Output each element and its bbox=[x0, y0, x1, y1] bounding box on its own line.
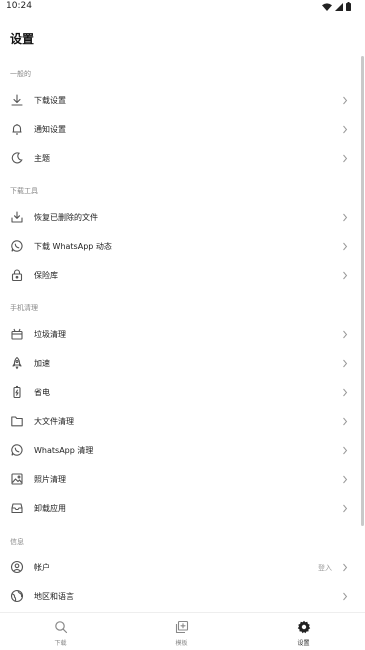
settings-item-account[interactable]: 帐户 登入 bbox=[0, 553, 360, 582]
whatsapp-icon bbox=[11, 444, 23, 456]
settings-item-label: 加速 bbox=[34, 359, 50, 368]
settings-item-label: 照片清理 bbox=[34, 475, 66, 484]
uninstall-icon bbox=[11, 503, 23, 514]
section-header-info: 信息 bbox=[10, 538, 24, 546]
trash-box-icon bbox=[11, 328, 23, 340]
settings-item-notification-settings[interactable]: 通知设置 bbox=[0, 115, 360, 144]
chevron-right-icon bbox=[343, 242, 348, 251]
settings-item-large-file-clean[interactable]: 大文件清理 bbox=[0, 407, 360, 436]
chevron-right-icon bbox=[343, 125, 348, 134]
login-link[interactable]: 登入 bbox=[318, 563, 332, 573]
settings-item-whatsapp-clean[interactable]: WhatsApp 清理 bbox=[0, 436, 360, 465]
account-icon bbox=[10, 560, 24, 574]
section-header-general: 一般的 bbox=[10, 70, 31, 78]
settings-item-restore-deleted-files[interactable]: 恢复已删除的文件 bbox=[0, 203, 360, 232]
settings-item-label: 下载 WhatsApp 动态 bbox=[34, 242, 112, 251]
moon-icon bbox=[11, 152, 23, 164]
settings-item-photo-clean[interactable]: 照片清理 bbox=[0, 465, 360, 494]
chevron-right-icon bbox=[343, 446, 348, 455]
battery-icon bbox=[13, 385, 21, 399]
nav-label: 模板 bbox=[175, 640, 188, 647]
status-bar: 10:24 bbox=[0, 0, 365, 14]
settings-item-label: 主题 bbox=[34, 154, 50, 163]
settings-item-label: 大文件清理 bbox=[34, 417, 74, 426]
rocket-icon bbox=[12, 356, 22, 370]
battery-status-icon bbox=[346, 2, 351, 11]
whatsapp-icon bbox=[11, 240, 23, 252]
settings-item-label: 地区和语言 bbox=[34, 592, 74, 601]
page-title: 设置 bbox=[10, 32, 35, 46]
status-time: 10:24 bbox=[6, 1, 32, 11]
settings-item-label: 垃圾清理 bbox=[34, 330, 66, 339]
settings-item-boost[interactable]: 加速 bbox=[0, 349, 360, 378]
settings-item-label: 帐户 bbox=[34, 563, 50, 572]
chevron-right-icon bbox=[343, 213, 348, 222]
signal-icon bbox=[335, 2, 343, 11]
chevron-right-icon bbox=[343, 330, 348, 339]
search-icon bbox=[54, 621, 67, 634]
status-icons bbox=[322, 2, 351, 11]
nav-label: 下载 bbox=[54, 640, 67, 647]
settings-item-label: 卸载应用 bbox=[34, 504, 66, 513]
chevron-right-icon bbox=[343, 504, 348, 513]
settings-item-label: 省电 bbox=[34, 388, 50, 397]
nav-label: 设置 bbox=[297, 640, 310, 647]
chevron-right-icon bbox=[343, 475, 348, 484]
section-header-phone-cleanup: 手机清理 bbox=[10, 304, 38, 312]
settings-item-label: WhatsApp 清理 bbox=[34, 446, 94, 455]
settings-item-label: 恢复已删除的文件 bbox=[34, 213, 98, 222]
bottom-nav: 下载 模板 设置 bbox=[0, 612, 365, 650]
image-icon bbox=[11, 473, 23, 485]
chevron-right-icon bbox=[343, 592, 348, 601]
settings-item-theme[interactable]: 主题 bbox=[0, 144, 360, 173]
settings-item-label: 下载设置 bbox=[34, 96, 66, 105]
chevron-right-icon bbox=[343, 154, 348, 163]
chevron-right-icon bbox=[343, 96, 348, 105]
section-header-download-tools: 下载工具 bbox=[10, 187, 38, 195]
chevron-right-icon bbox=[343, 271, 348, 280]
nav-tab-download[interactable]: 下载 bbox=[0, 613, 121, 650]
settings-item-junk-clean[interactable]: 垃圾清理 bbox=[0, 320, 360, 349]
settings-item-label: 保险库 bbox=[34, 271, 58, 280]
settings-item-region-language[interactable]: 地区和语言 bbox=[0, 582, 360, 611]
settings-item-download-settings[interactable]: 下载设置 bbox=[0, 86, 360, 115]
bell-icon bbox=[12, 124, 22, 135]
settings-item-label: 通知设置 bbox=[34, 125, 66, 134]
globe-icon bbox=[10, 589, 24, 603]
chevron-right-icon bbox=[343, 388, 348, 397]
wifi-icon bbox=[322, 2, 332, 11]
settings-icon bbox=[297, 620, 310, 634]
nav-tab-settings[interactable]: 设置 bbox=[243, 613, 364, 650]
settings-item-download-whatsapp-status[interactable]: 下载 WhatsApp 动态 bbox=[0, 232, 360, 261]
media-add-icon bbox=[175, 620, 188, 634]
chevron-right-icon bbox=[343, 359, 348, 368]
settings-item-vault[interactable]: 保险库 bbox=[0, 261, 360, 290]
chevron-right-icon bbox=[343, 563, 348, 572]
settings-list: 一般的 下载设置 通知设置 主题 下载工具 恢复已删除的文件 下载 WhatsA… bbox=[0, 60, 365, 612]
restore-download-icon bbox=[11, 211, 23, 223]
settings-item-battery-saver[interactable]: 省电 bbox=[0, 378, 360, 407]
nav-tab-templates[interactable]: 模板 bbox=[121, 613, 242, 650]
download-icon bbox=[11, 94, 23, 106]
lock-icon bbox=[11, 269, 23, 282]
folder-icon bbox=[11, 416, 23, 427]
chevron-right-icon bbox=[343, 417, 348, 426]
settings-item-uninstall-apps[interactable]: 卸载应用 bbox=[0, 494, 360, 523]
